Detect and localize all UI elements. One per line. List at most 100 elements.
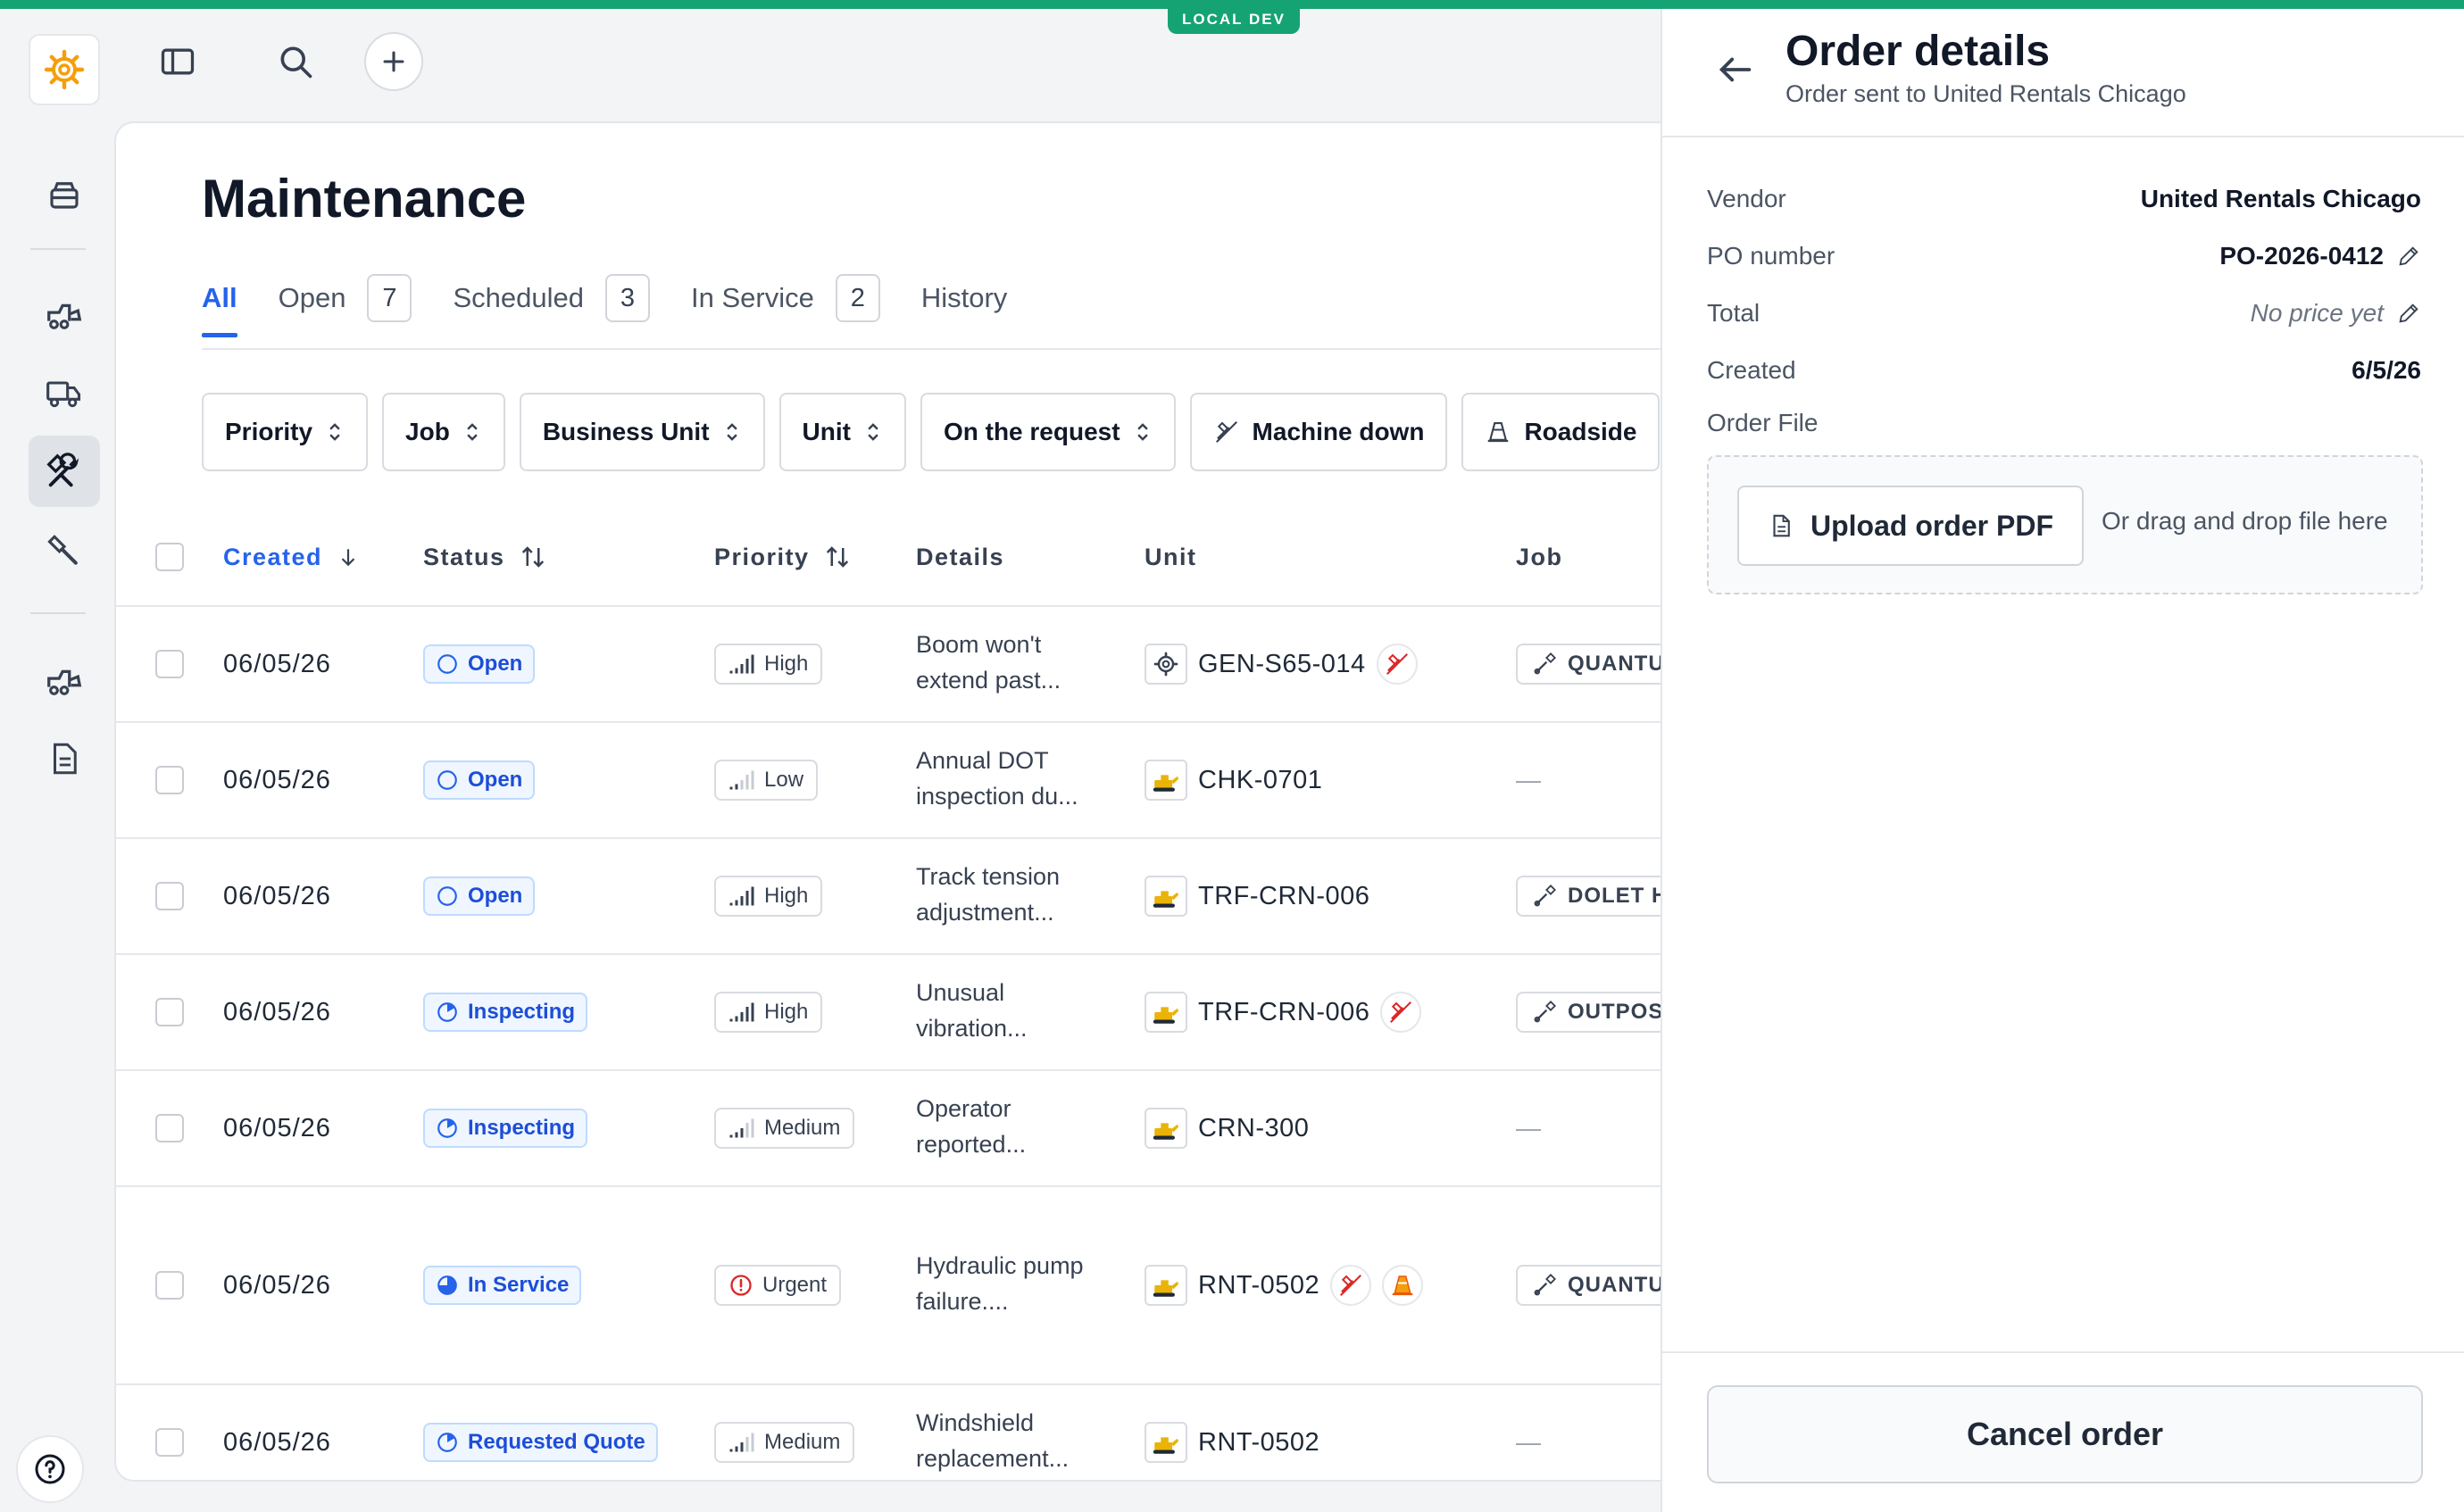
drawer-header: Order details Order sent to United Renta… [1662, 9, 2464, 137]
urgent-alert-icon [730, 1275, 752, 1296]
table-row[interactable]: 06/05/26 Inspecting High Unusual vibrati… [116, 955, 1668, 1071]
file-dropzone[interactable]: Upload order PDF Or drag and drop file h… [1707, 455, 2423, 594]
field-label: PO number [1707, 242, 1836, 270]
created-field: Created 6/5/26 [1707, 348, 2421, 393]
filter-label: Business Unit [542, 418, 710, 445]
upload-pdf-button[interactable]: Upload order PDF [1737, 486, 2085, 566]
help-button[interactable] [16, 1435, 84, 1503]
status-label: Open [468, 884, 523, 908]
column-priority[interactable]: Priority [714, 509, 851, 605]
rail-divider [30, 612, 86, 614]
tab-in-service[interactable]: In Service 2 [691, 271, 880, 325]
row-checkbox[interactable] [155, 1428, 184, 1457]
unit-thumbnail [1145, 760, 1187, 801]
cancel-order-button[interactable]: Cancel order [1707, 1385, 2423, 1483]
status-cell: In Service [423, 1187, 582, 1383]
row-checkbox[interactable] [155, 650, 184, 678]
job-badge[interactable]: DOLET HI [1516, 876, 1666, 917]
filter-job[interactable]: Job [382, 393, 505, 471]
gear-icon [1153, 652, 1178, 677]
tab-history[interactable]: History [921, 271, 1007, 325]
filter-label: Unit [802, 418, 851, 445]
create-button[interactable] [364, 32, 423, 91]
tab-label: All [202, 282, 237, 313]
toggle-sidebar-button[interactable] [148, 32, 207, 91]
status-open-icon [437, 770, 457, 790]
tab-all[interactable]: All [202, 271, 237, 337]
row-checkbox[interactable] [155, 882, 184, 910]
tab-open[interactable]: Open 7 [279, 271, 412, 325]
row-checkbox[interactable] [155, 998, 184, 1026]
filter-label: On the request [943, 418, 1120, 445]
column-job: Job [1516, 509, 1563, 605]
pencil-icon[interactable] [2396, 301, 2421, 326]
search-button[interactable] [266, 32, 325, 91]
documents-nav[interactable] [29, 723, 100, 794]
status-badge: In Service [423, 1266, 582, 1305]
order-file-label: Order File [1707, 409, 1819, 436]
plus-icon [383, 51, 404, 72]
priority-cell: Medium [714, 1385, 855, 1480]
row-checkbox[interactable] [155, 1114, 184, 1142]
job-badge[interactable]: OUTPOST [1516, 992, 1668, 1033]
app-logo[interactable] [29, 34, 100, 105]
filter-unit[interactable]: Unit [778, 393, 906, 471]
truck-icon [46, 381, 81, 408]
column-label: Details [916, 543, 1005, 570]
machine-down-icon [1390, 1001, 1412, 1023]
rentals-nav[interactable] [29, 644, 100, 716]
unit-id: CHK-0701 [1198, 765, 1323, 794]
equipment-nav[interactable] [29, 278, 100, 350]
table-row[interactable]: 06/05/26 Open Low Annual DOT inspection … [116, 723, 1666, 839]
table-row[interactable]: 06/05/26 In Service Urgent Hydraulic pum… [116, 1187, 1666, 1385]
machine-down-icon [1340, 1275, 1362, 1296]
column-created[interactable]: Created [223, 509, 360, 605]
tab-count: 2 [835, 274, 880, 322]
filter-bar: Priority Job Business Unit Unit On the r… [202, 393, 1661, 471]
table-row[interactable]: 06/05/26 Requested Quote Medium Windshie… [116, 1385, 1666, 1480]
pencil-icon[interactable] [2396, 244, 2421, 269]
column-status[interactable]: Status [423, 509, 546, 605]
job-badge[interactable]: QUANTUM [1516, 644, 1666, 685]
chevron-updown-icon [1136, 423, 1148, 441]
table-row[interactable]: 06/05/26 Inspecting Medium Operator repo… [116, 1071, 1666, 1187]
details-text: Operator reported... [916, 1095, 1027, 1158]
status-badge: Requested Quote [423, 1423, 658, 1462]
row-checkbox[interactable] [155, 1271, 184, 1300]
created-date: 06/05/26 [223, 997, 331, 1026]
status-open-icon [437, 886, 457, 906]
table-row[interactable]: 06/05/26 Open High Boom won't extend pas… [116, 607, 1666, 723]
trucks-nav[interactable] [29, 357, 100, 428]
tab-scheduled[interactable]: Scheduled 3 [453, 271, 650, 325]
filter-on-the-request[interactable]: On the request [920, 393, 1176, 471]
job-badge[interactable]: QUANTUM [1516, 1265, 1666, 1306]
inventory-nav[interactable] [29, 159, 100, 230]
status-label: Inspecting [468, 1000, 576, 1024]
machine-down-icon [1386, 653, 1408, 675]
filter-priority[interactable]: Priority [202, 393, 369, 471]
filter-business-unit[interactable]: Business Unit [519, 393, 765, 471]
status-label: In Service [468, 1273, 570, 1297]
question-icon [35, 1454, 65, 1484]
row-checkbox[interactable] [155, 766, 184, 794]
status-badge: Open [423, 760, 536, 800]
status-label: Requested Quote [468, 1430, 645, 1454]
filter-machine-down[interactable]: Machine down [1189, 393, 1448, 471]
details-text: Annual DOT inspection du... [916, 747, 1078, 810]
select-all-checkbox[interactable] [155, 543, 184, 571]
job-label: QUANTUM [1568, 652, 1666, 676]
unit-thumbnail [1145, 1108, 1187, 1149]
unit-cell: CRN-300 [1145, 1071, 1309, 1185]
field-label: Created [1707, 356, 1796, 384]
tab-label: History [920, 282, 1008, 313]
arrow-down-icon [341, 549, 355, 567]
table-row[interactable]: 06/05/26 Open High Track tension adjustm… [116, 839, 1666, 955]
status-cell: Inspecting [423, 1071, 588, 1185]
job-label: OUTPOST [1568, 1000, 1668, 1024]
filter-roadside[interactable]: Roadside [1461, 393, 1661, 471]
env-badge: LOCAL DEV [1168, 5, 1300, 34]
maintenance-nav[interactable] [29, 436, 100, 507]
back-button[interactable] [1709, 43, 1762, 96]
box-stack-icon [50, 182, 79, 209]
service-nav[interactable] [29, 514, 100, 586]
